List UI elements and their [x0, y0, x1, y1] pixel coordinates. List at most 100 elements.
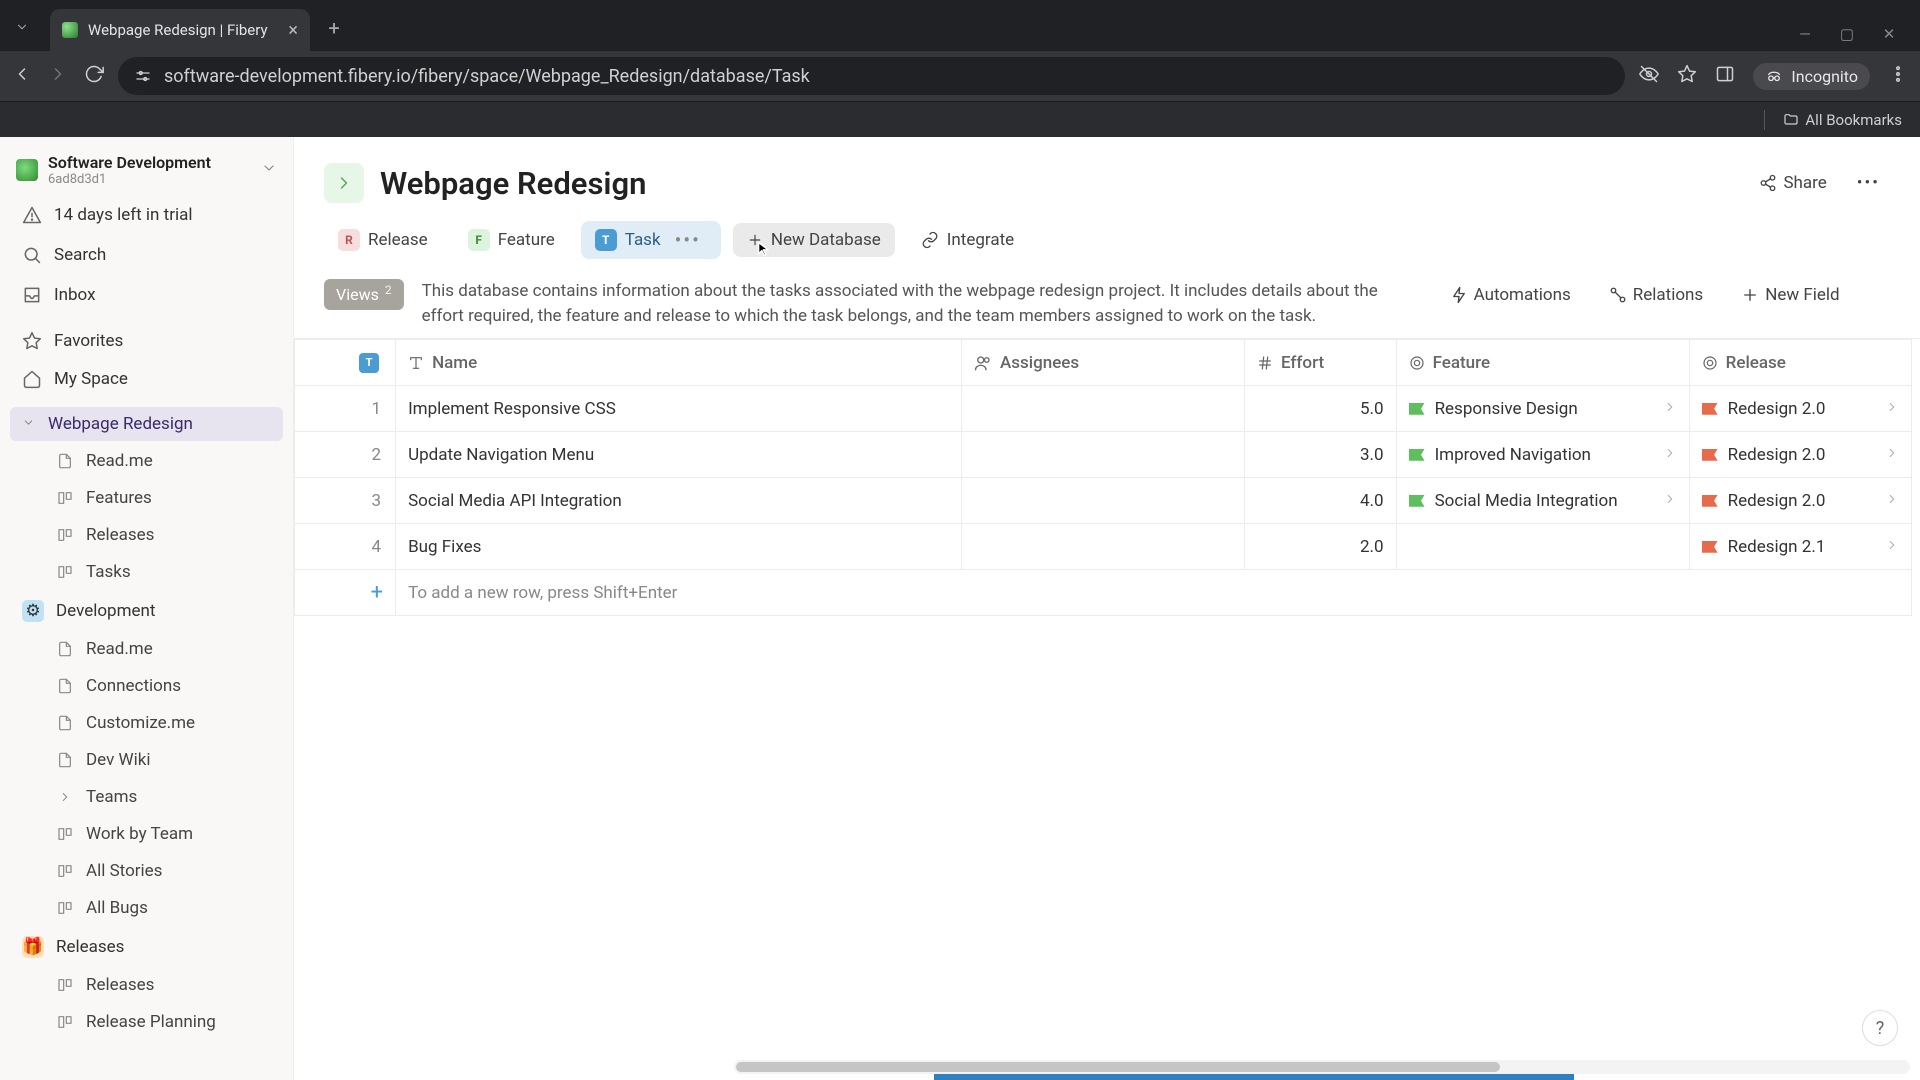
scrollbar-thumb[interactable]	[736, 1062, 1500, 1072]
new-tab-button[interactable]: +	[318, 12, 350, 44]
task-name-cell[interactable]: Implement Responsive CSS	[396, 386, 961, 431]
browser-menu-icon[interactable]	[1888, 64, 1908, 88]
sidebar-item-read-me[interactable]: Read.me	[10, 444, 283, 478]
effort-cell[interactable]: 2.0	[1245, 524, 1396, 569]
sidebar-item-releases[interactable]: Releases	[10, 968, 283, 1002]
sidebar-item-teams[interactable]: Teams	[10, 780, 283, 814]
new-row-plus[interactable]: +	[295, 570, 396, 616]
feature-cell[interactable]: Social Media Integration	[1397, 478, 1689, 523]
address-bar[interactable]: software-development.fibery.io/fibery/sp…	[118, 57, 1625, 95]
views-button[interactable]: Views 2	[324, 279, 404, 310]
sidebar-space-releases[interactable]: 🎁Releases	[10, 929, 283, 965]
new-field-button[interactable]: New Field	[1731, 279, 1849, 311]
task-name-cell[interactable]: Update Navigation Menu	[396, 432, 961, 477]
page-menu-button[interactable]: •••	[1847, 167, 1890, 199]
tab-search-dropdown[interactable]	[10, 15, 34, 39]
assignees-cell[interactable]	[962, 386, 1244, 431]
feature-cell[interactable]	[1397, 524, 1689, 569]
assignees-cell[interactable]	[962, 432, 1244, 477]
sidebar-item-features[interactable]: Features	[10, 481, 283, 515]
release-cell[interactable]: Redesign 2.1	[1690, 524, 1911, 569]
col-header-effort[interactable]: Effort	[1244, 340, 1396, 386]
page-title[interactable]: Webpage Redesign	[380, 165, 646, 202]
relations-button[interactable]: Relations	[1599, 279, 1713, 311]
effort-cell[interactable]: 5.0	[1245, 386, 1396, 431]
sidebar-inbox[interactable]: Inbox	[10, 277, 283, 313]
sidebar-search[interactable]: Search	[10, 237, 283, 273]
feature-cell[interactable]: Responsive Design	[1397, 386, 1689, 431]
all-bookmarks-button[interactable]: All Bookmarks	[1783, 111, 1902, 129]
maximize-icon[interactable]: ▢	[1838, 25, 1856, 43]
task-name-cell[interactable]: Bug Fixes	[396, 524, 961, 569]
browser-tab[interactable]: Webpage Redesign | Fibery ×	[50, 9, 310, 51]
chevron-right-icon[interactable]	[1663, 491, 1677, 511]
release-cell[interactable]: Redesign 2.0	[1690, 386, 1911, 431]
sidebar-item-release-planning[interactable]: Release Planning	[10, 1005, 283, 1039]
sidebar-item-customize-me[interactable]: Customize.me	[10, 706, 283, 740]
eye-slash-icon[interactable]	[1639, 64, 1659, 88]
integrate-button[interactable]: Integrate	[907, 223, 1028, 257]
sidebar-my-space[interactable]: My Space	[10, 361, 283, 397]
sidebar-space-webpage-redesign[interactable]: Webpage Redesign	[10, 407, 283, 441]
sidebar-item-all-bugs[interactable]: All Bugs	[10, 891, 283, 925]
chevron-right-icon[interactable]	[1663, 445, 1677, 465]
sidebar-item-all-stories[interactable]: All Stories	[10, 854, 283, 888]
horizontal-scrollbar[interactable]	[734, 1060, 1910, 1074]
bookmark-bar: All Bookmarks	[0, 101, 1920, 137]
sidebar-item-work-by-team[interactable]: Work by Team	[10, 817, 283, 851]
chevron-right-icon[interactable]	[1885, 399, 1899, 419]
col-header-assignees[interactable]: Assignees	[962, 340, 1245, 386]
db-tab-task[interactable]: T Task •••	[581, 221, 721, 259]
sidebar-space-development[interactable]: ⚙Development	[10, 593, 283, 629]
bookmark-star-icon[interactable]	[1677, 64, 1697, 88]
incognito-badge[interactable]: Incognito	[1753, 63, 1870, 90]
forward-icon[interactable]	[48, 64, 68, 88]
sidebar-item-releases[interactable]: Releases	[10, 518, 283, 552]
table-row[interactable]: 4 Bug Fixes 2.0 Redesign 2.1	[295, 524, 1912, 570]
sidebar-item-connections[interactable]: Connections	[10, 669, 283, 703]
assignees-cell[interactable]	[962, 478, 1244, 523]
reload-icon[interactable]	[84, 64, 104, 88]
automations-button[interactable]: Automations	[1440, 279, 1581, 311]
close-window-icon[interactable]: ✕	[1880, 25, 1898, 43]
db-tab-feature[interactable]: F Feature	[454, 222, 569, 258]
database-description[interactable]: This database contains information about…	[422, 279, 1422, 328]
db-tab-release[interactable]: R Release	[324, 222, 442, 258]
col-header-feature[interactable]: Feature	[1396, 340, 1689, 386]
chevron-right-icon	[334, 173, 354, 193]
table-row[interactable]: 2 Update Navigation Menu 3.0 Improved Na…	[295, 432, 1912, 478]
page-expand-button[interactable]	[324, 163, 364, 203]
feature-cell[interactable]: Improved Navigation	[1397, 432, 1689, 477]
release-cell[interactable]: Redesign 2.0	[1690, 478, 1911, 523]
side-panel-icon[interactable]	[1715, 64, 1735, 88]
chevron-down-icon[interactable]	[22, 416, 38, 433]
close-tab-icon[interactable]: ×	[288, 20, 298, 41]
sidebar-item-tasks[interactable]: Tasks	[10, 555, 283, 589]
sidebar-favorites[interactable]: Favorites	[10, 323, 283, 359]
trial-notice[interactable]: 14 days left in trial	[10, 197, 283, 233]
new-row-cell[interactable]: To add a new row, press Shift+Enter	[396, 570, 1912, 616]
assignees-cell[interactable]	[962, 524, 1244, 569]
col-header-release[interactable]: Release	[1689, 340, 1911, 386]
task-tab-menu[interactable]: •••	[669, 228, 707, 252]
chevron-right-icon[interactable]	[1885, 491, 1899, 511]
col-header-name[interactable]: Name	[396, 340, 962, 386]
workspace-switcher[interactable]: Software Development 6ad8d3d1	[6, 145, 287, 195]
back-icon[interactable]	[12, 64, 32, 88]
chevron-right-icon[interactable]	[1663, 399, 1677, 419]
share-button[interactable]: Share	[1749, 167, 1836, 199]
task-name-cell[interactable]: Social Media API Integration	[396, 478, 961, 523]
effort-cell[interactable]: 3.0	[1245, 432, 1396, 477]
chevron-right-icon[interactable]	[1885, 537, 1899, 557]
table-row[interactable]: 3 Social Media API Integration 4.0 Socia…	[295, 478, 1912, 524]
chevron-right-icon[interactable]	[1885, 445, 1899, 465]
sidebar-item-dev-wiki[interactable]: Dev Wiki	[10, 743, 283, 777]
site-settings-icon[interactable]	[134, 67, 152, 85]
help-fab[interactable]: ?	[1862, 1010, 1898, 1046]
table-row[interactable]: 1 Implement Responsive CSS 5.0 Responsiv…	[295, 386, 1912, 432]
minimize-icon[interactable]: ―	[1796, 25, 1814, 43]
effort-cell[interactable]: 4.0	[1245, 478, 1396, 523]
sidebar-item-read-me[interactable]: Read.me	[10, 632, 283, 666]
new-database-button[interactable]: New Database	[733, 223, 895, 257]
release-cell[interactable]: Redesign 2.0	[1690, 432, 1911, 477]
